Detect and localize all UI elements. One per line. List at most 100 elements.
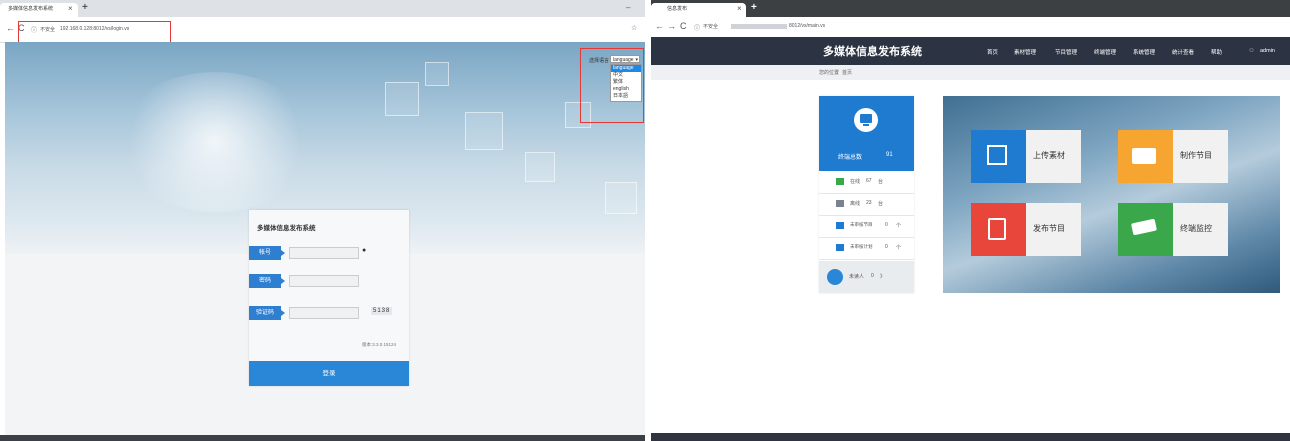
breadcrumb-sep: : <box>837 69 839 75</box>
background-square <box>525 152 555 182</box>
taskbar <box>0 435 645 441</box>
pending-plan-unit: 个 <box>896 245 902 251</box>
publish-program-label: 发布节目 <box>1033 224 1065 233</box>
taskbar <box>651 433 1290 441</box>
right-tab-strip: 信息发布 × + <box>651 0 1290 17</box>
right-browser-window: 信息发布 × + ← → C ⓘ 不安全 8012/vs/main.vs 多媒体… <box>651 0 1290 441</box>
terminal-monitor-card[interactable]: 终端监控 <box>1118 203 1228 256</box>
left-tab-strip: 多媒体信息发布系统 × + – <box>0 0 645 17</box>
captcha-label: 验证码 <box>249 306 285 320</box>
pending-plan-value: 0 <box>885 244 888 250</box>
address-url[interactable]: 8012/vs/main.vs <box>789 23 825 29</box>
online-row[interactable]: 在线 67 台 <box>819 171 914 194</box>
upload-icon <box>971 130 1026 183</box>
program-icon <box>836 222 844 229</box>
background-square <box>465 112 503 150</box>
unread-label: 未读人 <box>849 274 865 280</box>
right-address-bar[interactable]: ← → C ⓘ 不安全 8012/vs/main.vs <box>651 17 1290 38</box>
login-title: 多媒体信息发布系统 <box>257 225 316 232</box>
breadcrumb-home[interactable]: 首页 <box>842 69 852 76</box>
nav-terminals[interactable]: 终端管理 <box>1094 48 1116 56</box>
password-row: 密码 <box>249 272 409 290</box>
user-icon: ⚇ <box>1249 48 1254 54</box>
nav-materials[interactable]: 素材管理 <box>1014 48 1036 56</box>
background-glow <box>115 72 315 212</box>
forward-icon[interactable]: → <box>667 21 676 31</box>
version-text: 版本:3.3.0.15124 <box>362 342 397 347</box>
terminal-total-value: 91 <box>886 152 893 158</box>
pending-plan-label: 未审核计划 <box>850 244 873 249</box>
system-title: 多媒体信息发布系统 <box>823 46 922 58</box>
nav-statistics[interactable]: 统计查看 <box>1172 48 1194 56</box>
nav-system[interactable]: 系统管理 <box>1133 48 1155 56</box>
background-square <box>605 182 637 214</box>
reload-icon[interactable]: C <box>680 21 687 31</box>
captcha-row: 验证码 5138 <box>249 304 409 322</box>
unread-more-icon[interactable]: 》 <box>880 273 885 280</box>
captcha-input[interactable] <box>289 307 359 319</box>
offline-row[interactable]: 离线 23 台 <box>819 193 914 216</box>
terminal-total-label: 终端总数 <box>838 155 863 161</box>
cctv-icon <box>1118 203 1173 256</box>
app-header: 多媒体信息发布系统 首页 素材管理 节目管理 终端管理 系统管理 统计查看 帮助… <box>651 37 1290 65</box>
pending-program-label: 未审核节目 <box>850 222 873 227</box>
star-icon[interactable]: ☆ <box>631 24 637 32</box>
nav-programs[interactable]: 节目管理 <box>1055 48 1077 56</box>
right-browser-tab[interactable]: 信息发布 × <box>651 3 746 17</box>
left-tab-title: 多媒体信息发布系统 <box>8 6 54 12</box>
close-icon[interactable]: × <box>737 4 742 13</box>
left-browser-tab[interactable]: 多媒体信息发布系统 × <box>0 3 78 17</box>
offline-unit: 台 <box>878 201 884 207</box>
online-value: 67 <box>866 178 872 184</box>
captcha-image[interactable]: 5138 <box>371 307 393 315</box>
publish-program-card[interactable]: 发布节目 <box>971 203 1081 256</box>
back-icon[interactable]: ← <box>655 21 664 31</box>
info-icon[interactable]: ⓘ <box>694 23 700 32</box>
new-tab-button[interactable]: + <box>82 2 88 13</box>
online-unit: 台 <box>878 179 884 185</box>
password-input[interactable] <box>289 275 359 287</box>
background-square <box>385 82 419 116</box>
right-tab-title: 信息发布 <box>667 6 688 12</box>
pending-plan-row[interactable]: 未审核计划 0 个 <box>819 237 914 260</box>
monitor-icon <box>854 108 878 132</box>
login-button[interactable]: 登录 <box>249 361 409 386</box>
offline-value: 23 <box>866 200 872 206</box>
close-icon[interactable]: × <box>68 4 73 13</box>
make-program-card[interactable]: 制作节目 <box>1118 130 1228 183</box>
person-icon: ● <box>362 247 367 254</box>
user-name[interactable]: admin <box>1260 48 1275 54</box>
inbox-icon <box>827 269 843 285</box>
security-label: 不安全 <box>703 24 719 30</box>
username-label: 帐号 <box>249 246 285 260</box>
offline-icon <box>836 200 844 207</box>
username-row: 帐号 ● <box>249 244 409 262</box>
offline-label: 离线 <box>850 201 861 207</box>
pending-program-unit: 个 <box>896 223 902 229</box>
language-highlight-box <box>580 48 644 123</box>
breadcrumb: 您的位置 : 首页 <box>651 65 1290 80</box>
background-square <box>425 62 449 86</box>
pending-program-value: 0 <box>885 222 888 228</box>
quick-actions-panel: 上传素材 制作节目 发布节目 终端监控 <box>943 96 1280 293</box>
password-label: 密码 <box>249 274 285 288</box>
upload-material-label: 上传素材 <box>1033 151 1065 160</box>
make-program-label: 制作节目 <box>1180 151 1212 160</box>
pending-program-row[interactable]: 未审核节目 0 个 <box>819 215 914 238</box>
minimize-icon[interactable]: – <box>626 3 630 12</box>
unread-footer[interactable]: 未读人 0 》 <box>819 261 914 293</box>
upload-material-card[interactable]: 上传素材 <box>971 130 1081 183</box>
terminal-monitor-label: 终端监控 <box>1180 224 1212 233</box>
online-icon <box>836 178 844 185</box>
back-icon[interactable]: ← <box>6 23 15 33</box>
left-browser-window: 多媒体信息发布系统 × + – ← C ⓘ 不安全 192.168.0.128:… <box>0 0 645 441</box>
online-label: 在线 <box>850 179 861 185</box>
terminal-total-header[interactable]: 终端总数 91 <box>819 96 914 171</box>
username-input[interactable] <box>289 247 359 259</box>
calendar-icon <box>836 244 844 251</box>
nav-home[interactable]: 首页 <box>987 48 998 56</box>
unread-value: 0 <box>871 273 874 279</box>
new-tab-button[interactable]: + <box>751 2 757 13</box>
nav-help[interactable]: 帮助 <box>1211 48 1222 56</box>
redacted-address <box>731 24 787 29</box>
